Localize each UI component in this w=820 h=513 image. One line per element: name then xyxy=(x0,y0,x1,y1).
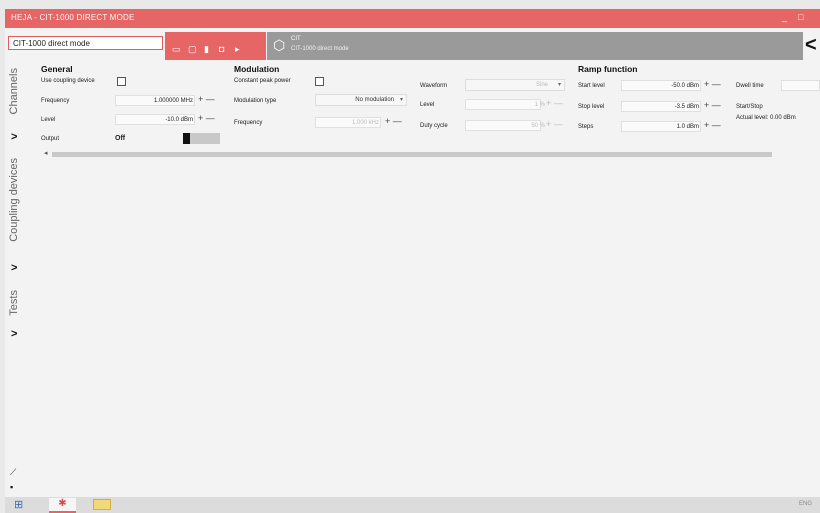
waveform-value: Sine xyxy=(535,82,548,88)
minimize-button[interactable]: _ xyxy=(782,12,787,22)
tab-channels[interactable]: Channels > xyxy=(5,62,28,152)
tab-tests-label: Tests xyxy=(8,290,20,316)
maximize-button[interactable]: □ xyxy=(798,12,803,22)
general-title: General xyxy=(41,64,73,74)
modulation-title: Modulation xyxy=(234,64,280,74)
title-bar: HEJA - CIT-1000 DIRECT MODE _ □ xyxy=(5,9,820,28)
document-name-input[interactable]: CIT-1000 direct mode xyxy=(8,36,163,50)
chevron-right-icon: > xyxy=(11,131,18,143)
output-toggle[interactable] xyxy=(183,133,220,144)
modulation-level-stepper[interactable]: + — xyxy=(546,99,563,108)
start-level-label: Start level xyxy=(578,83,605,89)
folder-icon[interactable] xyxy=(93,499,111,510)
chevron-down-icon: ▾ xyxy=(557,82,561,88)
chevron-right-icon: > xyxy=(11,262,18,274)
modulation-frequency-stepper[interactable]: + — xyxy=(385,117,402,126)
start-level-stepper[interactable]: + — xyxy=(704,80,721,89)
chevron-right-icon: > xyxy=(11,328,18,340)
modulation-level-value: 1 % xyxy=(534,102,545,108)
ramp-function-title: Ramp function xyxy=(578,64,638,74)
stop-level-stepper[interactable]: + — xyxy=(704,101,721,110)
use-coupling-device-checkbox[interactable] xyxy=(117,77,126,86)
copy-icon[interactable]: ▢ xyxy=(188,45,197,54)
start-level-value: -50.0 dBm xyxy=(671,83,699,89)
duty-cycle-stepper[interactable]: + — xyxy=(546,120,563,129)
chart-icon[interactable]: ⟋ xyxy=(10,467,16,478)
application-window: HEJA - CIT-1000 DIRECT MODE _ □ CIT-1000… xyxy=(5,9,820,513)
frequency-label: Frequency xyxy=(41,98,70,104)
duty-cycle-field[interactable] xyxy=(465,120,541,131)
modulation-type-value: No modulation xyxy=(355,97,394,103)
level-value: -10.0 dBm xyxy=(165,117,193,123)
actual-level-label: Actual level: 0.00 dBm xyxy=(736,115,796,121)
scroll-left-icon[interactable]: ◂ xyxy=(44,149,48,157)
tab-tests[interactable]: Tests > xyxy=(5,290,28,340)
device-strip[interactable]: ⬡ CIT CIT-1000 direct mode xyxy=(267,32,803,60)
toggle-knob xyxy=(183,133,190,144)
tab-channels-label: Channels xyxy=(8,68,20,115)
waveform-select[interactable]: Sine ▾ xyxy=(465,79,565,91)
steps-label: Steps xyxy=(578,124,594,130)
taskbar-app-icon[interactable]: ✱ xyxy=(49,498,76,513)
constant-peak-power-checkbox[interactable] xyxy=(315,77,324,86)
modulation-type-label: Modulation type xyxy=(234,98,277,104)
steps-stepper[interactable]: + — xyxy=(704,121,721,130)
ribbon: CIT-1000 direct mode ▭ ▢ ▮ ◘ ▸ ⬡ CIT CIT… xyxy=(5,28,820,62)
collapse-panel-button[interactable]: < xyxy=(805,35,817,55)
modulation-level-label: Level xyxy=(420,102,435,108)
stop-level-label: Stop level xyxy=(578,104,605,110)
frequency-value: 1.000000 MHz xyxy=(153,98,193,104)
level-stepper[interactable]: + — xyxy=(198,114,215,123)
modulation-frequency-value: 1.000 kHz xyxy=(351,120,379,126)
dwell-time-field[interactable] xyxy=(781,80,820,91)
windows-start-icon[interactable]: ⊞ xyxy=(14,500,23,511)
settings-panel: General Use coupling device Frequency 1.… xyxy=(35,62,820,157)
output-value: Off xyxy=(115,135,126,142)
play-icon[interactable]: ▸ xyxy=(235,45,240,54)
window-title: HEJA - CIT-1000 DIRECT MODE xyxy=(11,13,135,22)
horizontal-scrollbar[interactable] xyxy=(52,152,772,157)
frequency-stepper[interactable]: + — xyxy=(198,95,215,104)
device-subtitle: CIT-1000 direct mode xyxy=(291,46,349,52)
output-label: Output xyxy=(41,136,60,142)
device-cube-icon: ⬡ xyxy=(273,37,286,53)
waveform-label: Waveform xyxy=(420,83,448,89)
taskbar: ⊞ ✱ ENG xyxy=(5,497,820,513)
modulation-frequency-label: Frequency xyxy=(234,120,263,126)
use-coupling-device-label: Use coupling device xyxy=(41,78,95,84)
dwell-time-label: Dwell time xyxy=(736,83,764,89)
record-icon[interactable]: ◘ xyxy=(219,45,224,54)
chevron-down-icon: ▾ xyxy=(399,97,403,103)
sidebar: Channels > Coupling devices > Tests > ⟋ … xyxy=(5,62,28,497)
stop-level-value: -3.5 dBm xyxy=(674,104,699,110)
device-name: CIT xyxy=(291,36,301,42)
tab-coupling-devices-label: Coupling devices xyxy=(8,158,20,242)
save-icon[interactable]: ▭ xyxy=(172,45,181,54)
duty-cycle-value: 50 % xyxy=(531,123,545,129)
delete-icon[interactable]: ▮ xyxy=(204,45,209,54)
steps-value: 1.0 dBm xyxy=(676,124,699,130)
system-tray-language[interactable]: ENG xyxy=(799,501,812,507)
start-stop-label: Start/Stop xyxy=(736,104,763,110)
duty-cycle-label: Duty cycle xyxy=(420,123,448,129)
toolbar-strip: ▭ ▢ ▮ ◘ ▸ xyxy=(165,32,266,60)
modulation-type-select[interactable]: No modulation ▾ xyxy=(315,94,407,106)
constant-peak-power-label: Constant peak power xyxy=(234,78,291,84)
terminal-icon[interactable]: ▪ xyxy=(10,482,13,492)
tab-coupling-devices[interactable]: Coupling devices > xyxy=(5,158,28,278)
level-label: Level xyxy=(41,117,56,123)
modulation-level-field[interactable] xyxy=(465,99,541,110)
